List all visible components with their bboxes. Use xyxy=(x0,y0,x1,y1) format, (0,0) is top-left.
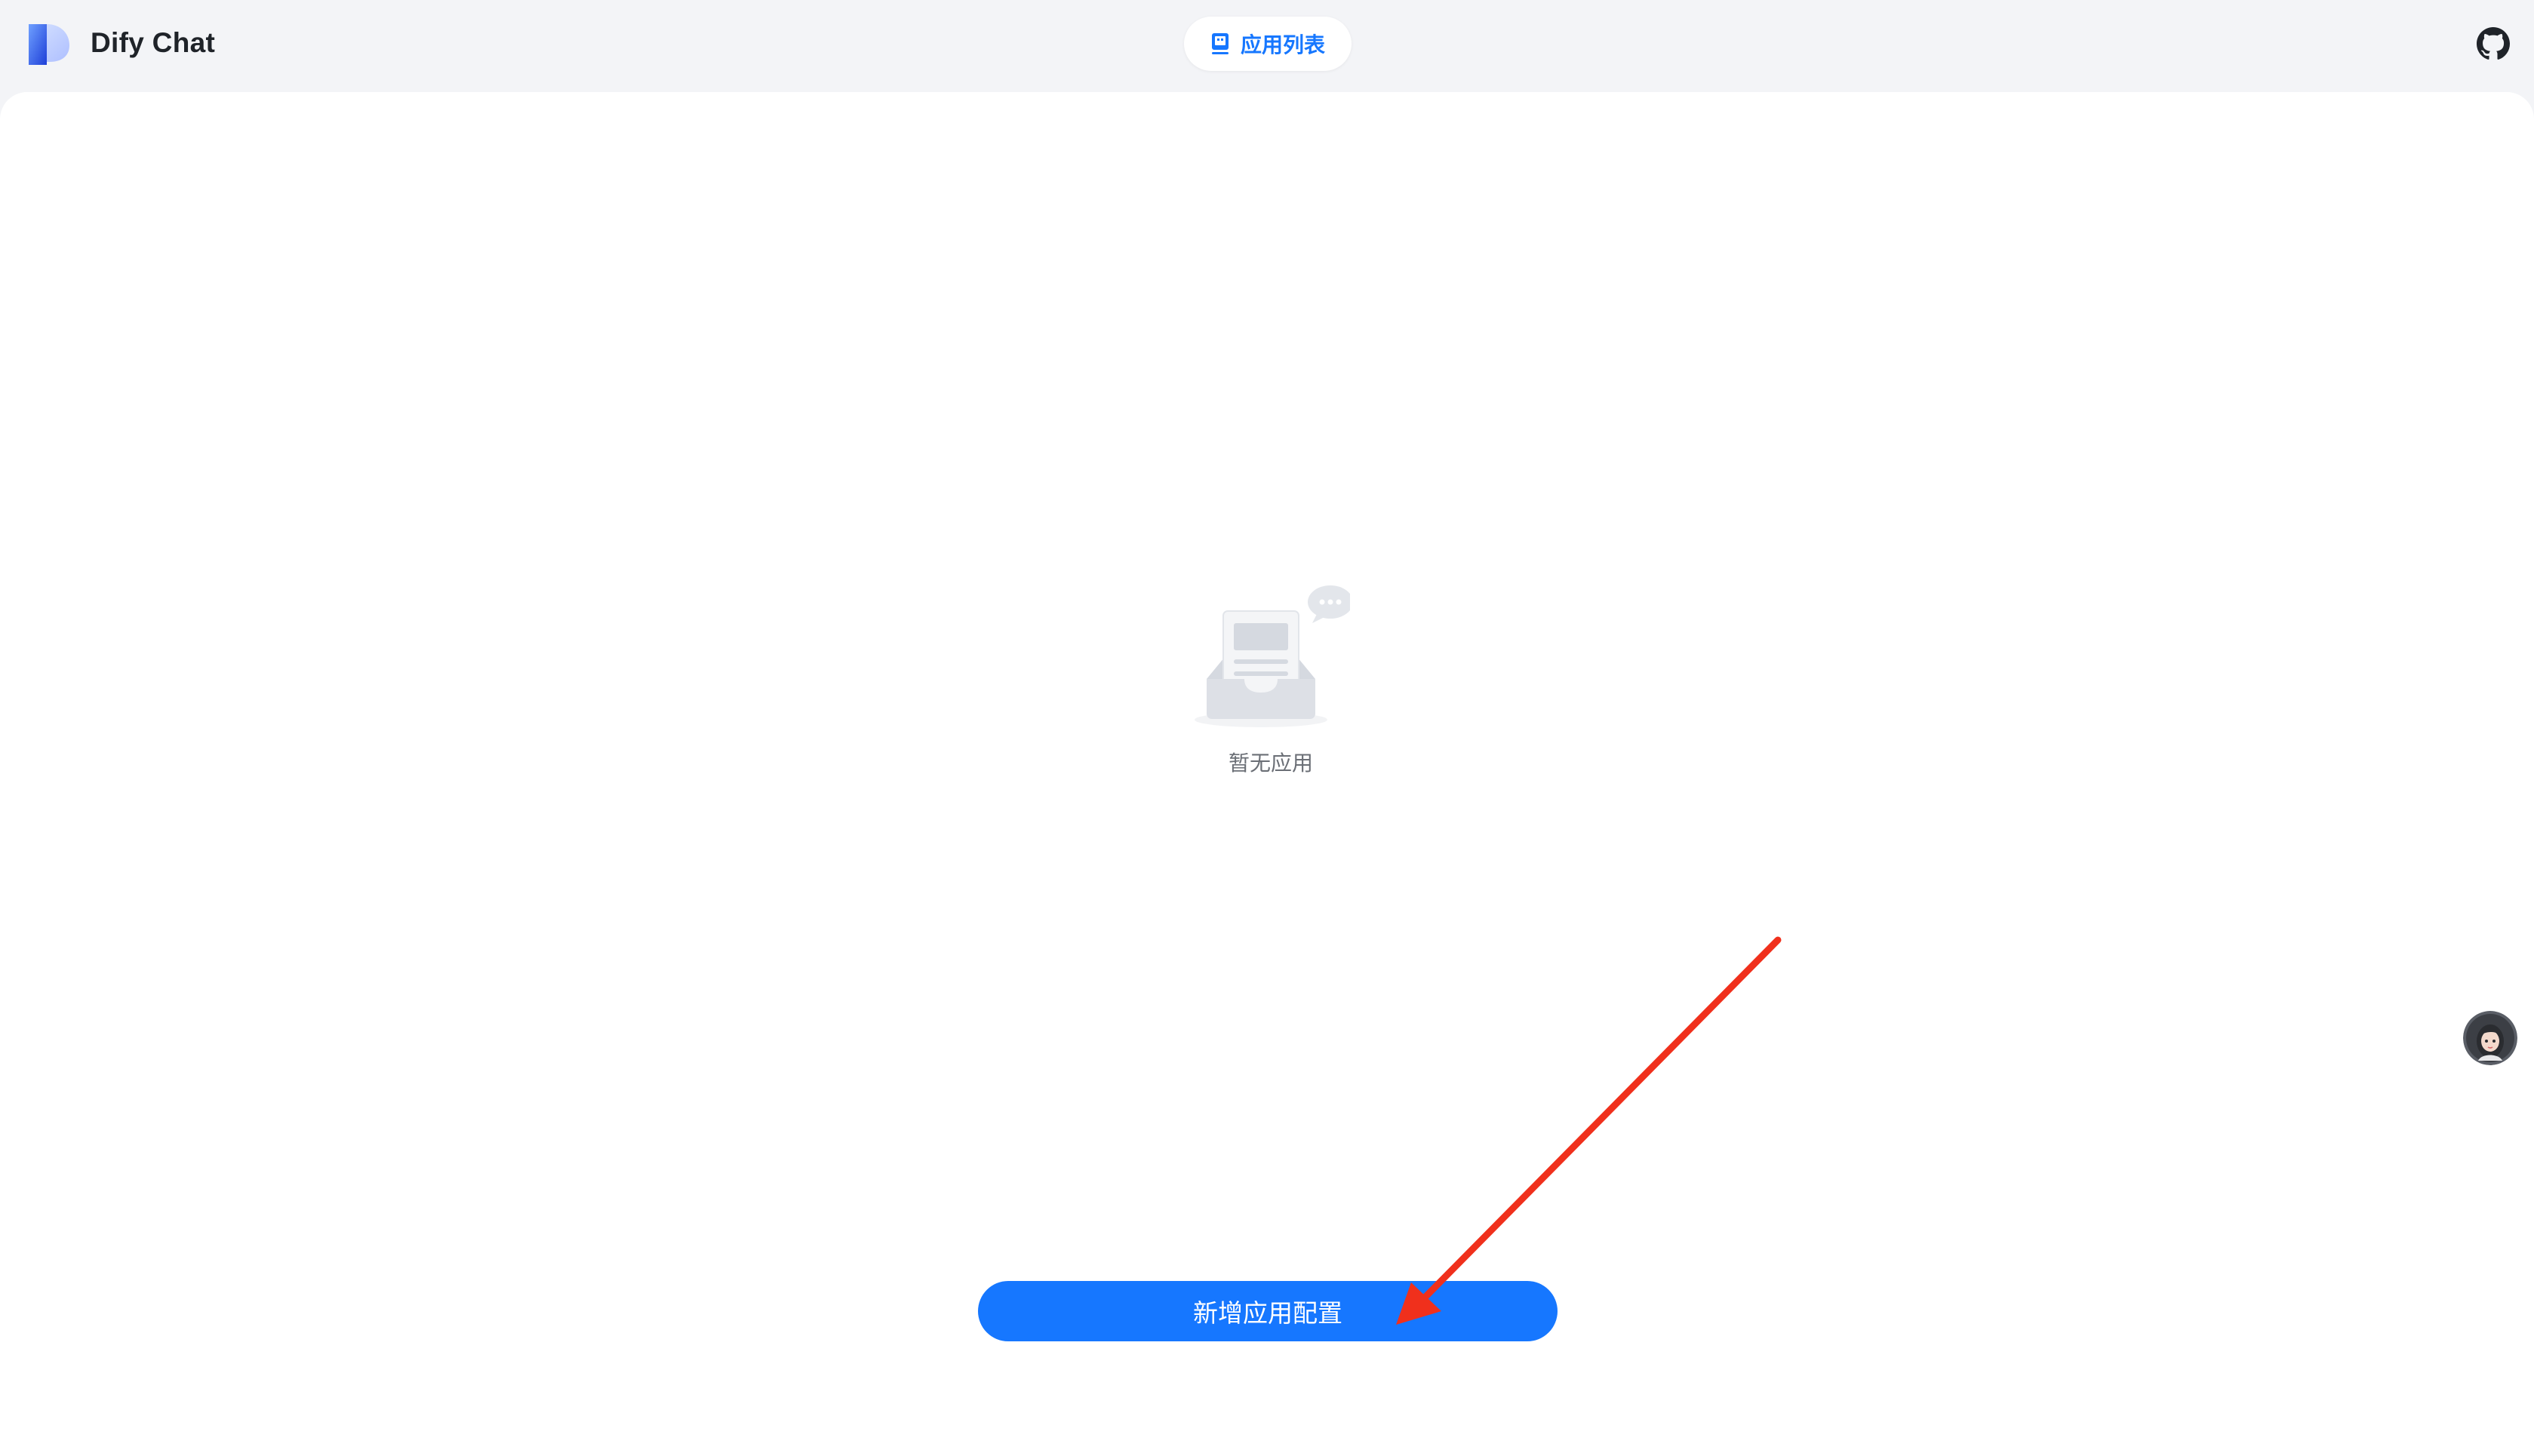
top-header: Dify Chat 应用列表 xyxy=(0,0,2534,92)
tab-app-list[interactable]: 应用列表 xyxy=(1184,17,1352,71)
app-list-icon xyxy=(1211,33,1229,54)
add-app-config-button[interactable]: 新增应用配置 xyxy=(978,1281,1558,1341)
tab-app-list-label: 应用列表 xyxy=(1240,32,1325,57)
empty-inbox-icon xyxy=(1195,585,1350,727)
page: Dify Chat 应用列表 暂无应用 新增应用配置 xyxy=(0,0,2534,1456)
empty-state-text: 暂无应用 xyxy=(1228,751,1313,776)
avatar[interactable] xyxy=(2463,1011,2517,1065)
github-icon[interactable] xyxy=(2477,27,2510,60)
dify-logo-icon xyxy=(29,24,69,65)
brand-title: Dify Chat xyxy=(91,27,216,58)
empty-state: 暂无应用 xyxy=(1192,581,1350,777)
